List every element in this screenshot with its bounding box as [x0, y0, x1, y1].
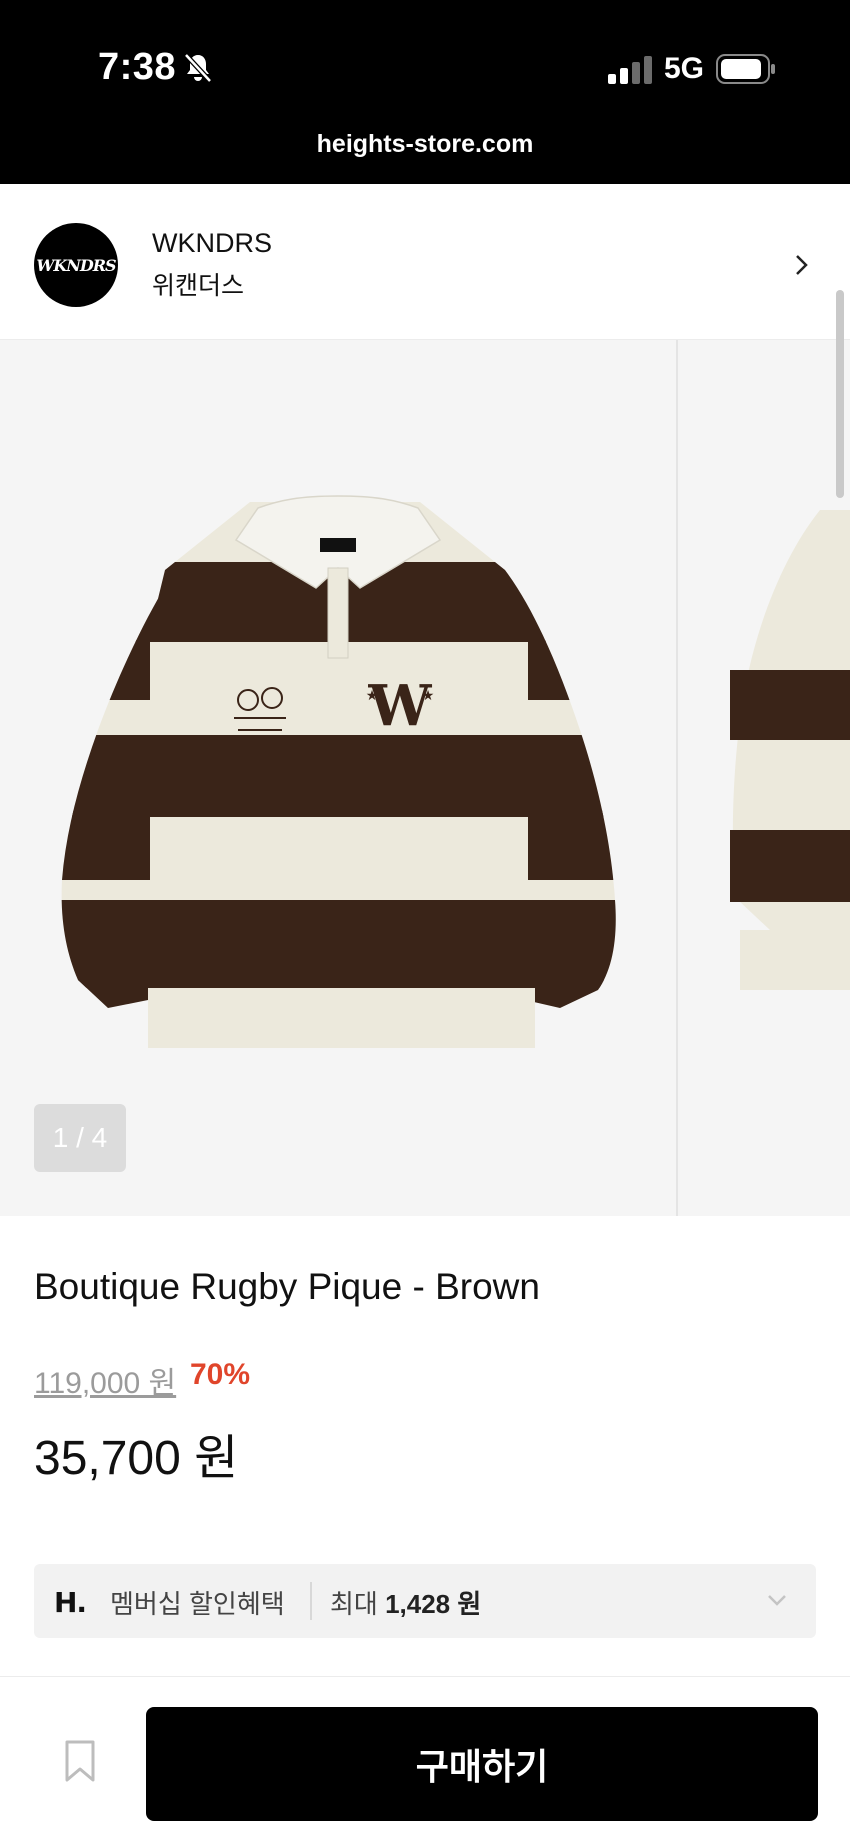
svg-text:★: ★ — [422, 688, 435, 704]
original-price: 119,000 원 — [34, 1367, 177, 1400]
signal-icon — [608, 56, 652, 84]
brand-name-korean: 위캔더스 — [152, 272, 245, 300]
chevron-right-icon[interactable] — [792, 252, 812, 278]
product-image[interactable]: W ★ ★ — [0, 340, 678, 1216]
status-bar: 7:38 5G heights-store.com — [0, 0, 850, 184]
bottom-action-bar: 구매하기 — [0, 1676, 850, 1848]
bookmark-icon[interactable] — [64, 1739, 96, 1783]
url-bar[interactable]: heights-store.com — [0, 130, 850, 159]
rugby-shirt-image: W ★ ★ — [61, 495, 616, 1048]
product-image-carousel[interactable]: W ★ ★ 1 / 4 — [0, 340, 850, 1216]
sale-price: 35,700 원 — [34, 1432, 239, 1485]
brand-logo: WKNDRS — [34, 223, 118, 307]
battery-icon — [716, 54, 775, 84]
heights-logo-icon: H. — [54, 1586, 87, 1619]
brand-name: WKNDRS — [152, 228, 272, 258]
divider — [310, 1582, 312, 1620]
membership-max-discount: 최대 1,428 원 — [330, 1584, 481, 1621]
svg-text:★: ★ — [366, 688, 379, 704]
rugby-shirt-image-peek — [730, 510, 850, 990]
brand-header[interactable]: WKNDRS WKNDRS 위캔더스 — [0, 184, 850, 340]
scrollbar[interactable] — [836, 290, 844, 498]
clock: 7:38 — [98, 46, 177, 88]
svg-text:W: W — [368, 673, 433, 739]
next-product-image[interactable] — [680, 340, 850, 1216]
chevron-down-icon[interactable] — [766, 1590, 788, 1610]
membership-label: 멤버십 할인혜택 — [110, 1589, 285, 1619]
membership-discount-dropdown[interactable]: H. 멤버십 할인혜택 최대 1,428 원 — [34, 1564, 816, 1638]
brand-logo-text: WKNDRS — [36, 255, 116, 275]
max-prefix: 최대 — [330, 1589, 378, 1619]
discount-rate: 70% — [190, 1358, 251, 1391]
network-label: 5G — [664, 52, 705, 85]
image-counter: 1 / 4 — [34, 1104, 126, 1172]
bell-muted-icon — [184, 53, 212, 83]
product-title: Boutique Rugby Pique - Brown — [34, 1266, 540, 1307]
buy-button[interactable]: 구매하기 — [146, 1707, 818, 1821]
max-amount: 1,428 원 — [385, 1589, 482, 1619]
